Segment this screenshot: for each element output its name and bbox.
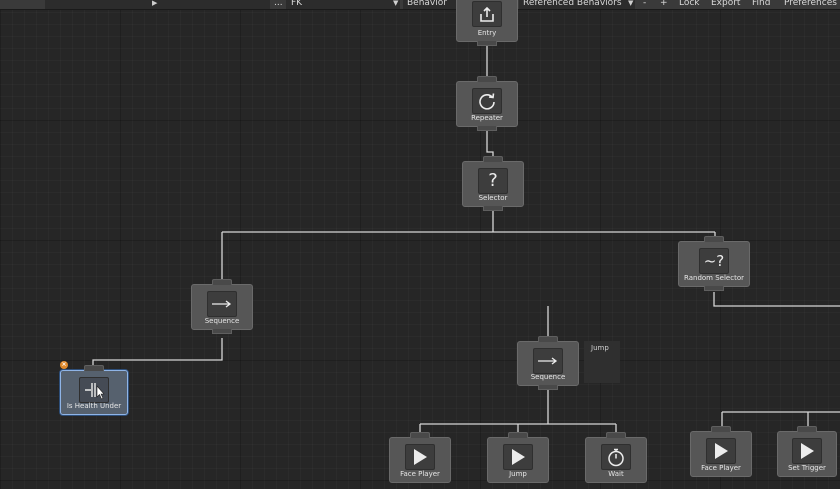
face-player-2-node[interactable]: Face Player — [690, 426, 752, 477]
wait-input-port[interactable] — [606, 432, 626, 438]
sequence-jump-label: Sequence — [530, 373, 566, 381]
repeater-input-port[interactable] — [477, 76, 497, 82]
selector-label: Selector — [478, 194, 508, 202]
selector-node[interactable]: ? Selector — [462, 156, 524, 211]
jump-node[interactable]: Jump — [487, 432, 549, 483]
set-trigger-node[interactable]: Set Trigger — [777, 426, 837, 477]
random-selector-label: Random Selector — [684, 274, 744, 282]
random-selector-output-port[interactable] — [704, 286, 724, 291]
play-icon — [706, 438, 736, 464]
is-health-under-node[interactable]: Is Health Under — [60, 365, 128, 415]
set-trigger-input-port[interactable] — [797, 426, 817, 432]
repeater-node[interactable]: Repeater — [456, 76, 518, 131]
play-icon — [792, 438, 822, 464]
arrow-right-icon — [207, 291, 237, 317]
link-repeater-selector — [486, 131, 494, 158]
sequence-jump-node[interactable]: Sequence — [517, 336, 579, 390]
entry-output-port[interactable] — [477, 41, 497, 46]
sequence-comment: Jump — [591, 344, 609, 352]
play-icon — [405, 444, 435, 470]
jump-input-port[interactable] — [508, 432, 528, 438]
random-selector-node[interactable]: ~? Random Selector — [678, 236, 750, 291]
error-icon: × — [60, 361, 68, 369]
sequence-jump-output-port[interactable] — [538, 385, 558, 390]
conditional-icon — [79, 377, 109, 403]
is-health-under-label: Is Health Under — [66, 402, 122, 410]
play-icon — [503, 444, 533, 470]
entry-node[interactable]: Entry — [456, 0, 518, 46]
selector-output-port[interactable] — [483, 206, 503, 211]
entry-label: Entry — [477, 29, 497, 37]
repeat-icon — [472, 88, 502, 114]
wait-node[interactable]: Wait — [585, 432, 647, 483]
face-player-input-port[interactable] — [410, 432, 430, 438]
sequence-node[interactable]: Sequence — [191, 279, 253, 334]
set-trigger-label: Set Trigger — [788, 464, 826, 472]
face-player-2-input-port[interactable] — [711, 426, 731, 432]
jump-label: Jump — [509, 470, 527, 478]
face-player-2-label: Face Player — [701, 464, 741, 472]
repeater-output-port[interactable] — [477, 126, 497, 131]
sequence-label: Sequence — [204, 317, 240, 325]
question-icon: ? — [478, 168, 508, 194]
random-question-icon: ~? — [699, 248, 729, 274]
repeater-label: Repeater — [471, 114, 503, 122]
selector-input-port[interactable] — [483, 156, 503, 162]
stopwatch-icon — [601, 444, 631, 470]
wait-label: Wait — [608, 470, 624, 478]
random-selector-input-port[interactable] — [704, 236, 724, 242]
link-sequence-to-is-health-under — [92, 338, 223, 367]
sequence-input-port[interactable] — [212, 279, 232, 285]
face-player-node[interactable]: Face Player — [389, 432, 451, 483]
sequence-output-port[interactable] — [212, 329, 232, 334]
is-health-under-input-port[interactable] — [84, 365, 104, 371]
entry-icon — [472, 1, 502, 27]
face-player-label: Face Player — [400, 470, 440, 478]
link-random-selector-bus — [713, 292, 840, 307]
arrow-right-icon — [533, 348, 563, 374]
sequence-jump-input-port[interactable] — [538, 336, 558, 342]
